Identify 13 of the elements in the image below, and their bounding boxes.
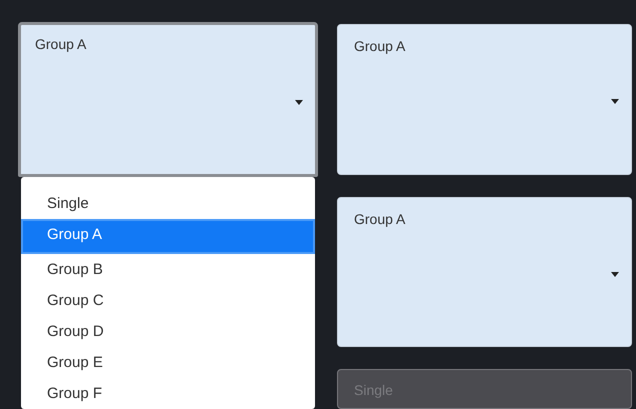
select-field[interactable]: Group A: [337, 24, 632, 174]
dropdown-option[interactable]: Group F: [21, 378, 315, 409]
select-field[interactable]: Group A: [337, 196, 632, 347]
dropdown-option[interactable]: Group A: [21, 219, 315, 254]
caret-icon: [611, 99, 619, 104]
dropdown-option[interactable]: Group D: [21, 316, 315, 347]
dropdown-option[interactable]: Group C: [21, 285, 315, 316]
dropdown-option[interactable]: Group B: [21, 254, 315, 285]
dropdown-option[interactable]: Single: [21, 188, 315, 219]
select-field[interactable]: Group A: [18, 22, 318, 177]
caret-icon: [295, 100, 303, 104]
caret-icon: [611, 272, 619, 277]
dropdown-option[interactable]: Group E: [21, 347, 315, 378]
